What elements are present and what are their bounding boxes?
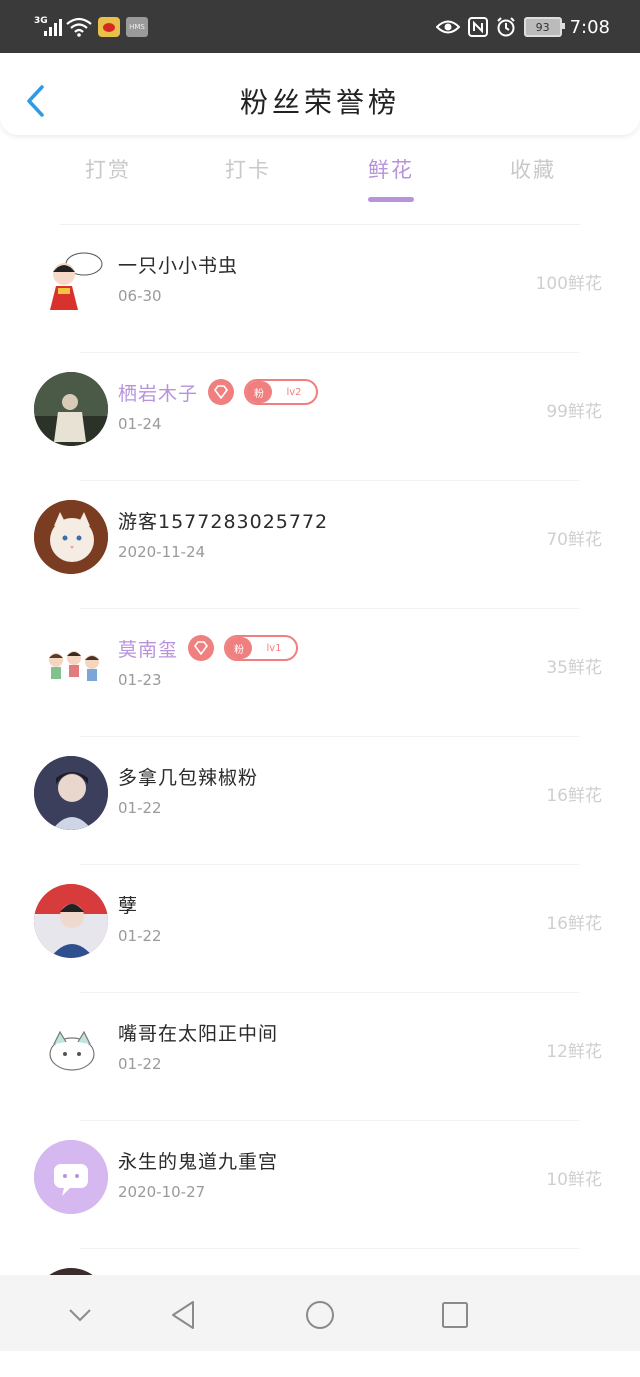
fan-date: 2020-11-24 xyxy=(118,543,206,561)
tab-reward[interactable]: 打赏 xyxy=(38,154,178,184)
fan-date: 06-30 xyxy=(118,287,162,305)
list-item[interactable]: 嘴哥在太阳正中间 01-22 12鲜花 xyxy=(0,993,640,1121)
fan-badges: 粉 lv1 xyxy=(188,635,298,661)
signal-icon: 3G xyxy=(34,16,62,38)
flower-count: 10鲜花 xyxy=(546,1170,602,1190)
nfc-icon xyxy=(467,17,488,37)
fan-name: 栖岩木子 xyxy=(118,383,199,405)
fan-name: 莫南玺 xyxy=(118,639,179,661)
page-title: 粉丝荣誉榜 xyxy=(239,86,400,119)
status-bar: 3G HMS 93 7:08 xyxy=(0,0,640,53)
alarm-icon xyxy=(496,17,515,37)
tab-favorites[interactable]: 收藏 xyxy=(463,154,603,184)
avatar xyxy=(34,884,108,958)
weibo-icon xyxy=(98,17,120,37)
list-item[interactable]: 栖岩木子 粉 lv2 01-24 99鲜花 xyxy=(0,353,640,481)
flower-count: 99鲜花 xyxy=(546,402,602,422)
chevron-down-icon[interactable] xyxy=(60,1295,100,1335)
flower-count: 100鲜花 xyxy=(535,274,602,294)
flower-count: 12鲜花 xyxy=(546,1042,602,1062)
flower-count: 70鲜花 xyxy=(546,530,602,550)
tab-checkin[interactable]: 打卡 xyxy=(178,154,318,184)
fan-name: 孽 xyxy=(118,895,139,917)
tab-flowers[interactable]: 鲜花 xyxy=(321,154,461,184)
avatar xyxy=(34,244,108,318)
diamond-icon xyxy=(208,379,234,405)
fan-name: 游客1577283025772 xyxy=(118,511,329,533)
fan-name: 永生的鬼道九重宫 xyxy=(118,1151,279,1173)
fan-level-badge: 粉 lv1 xyxy=(224,635,298,661)
flower-count: 16鲜花 xyxy=(546,786,602,806)
avatar xyxy=(34,372,108,446)
list-item[interactable]: 一只小小书虫 06-30 100鲜花 xyxy=(0,225,640,353)
fan-date: 01-24 xyxy=(118,415,162,433)
active-tab-indicator xyxy=(368,197,414,202)
flower-count: 35鲜花 xyxy=(546,658,602,678)
fan-name: 嘴哥在太阳正中间 xyxy=(118,1023,279,1045)
list-item[interactable]: 莫南玺 粉 lv1 01-23 35鲜花 xyxy=(0,609,640,737)
home-circle-icon[interactable] xyxy=(300,1295,340,1335)
list-item[interactable]: 多拿几包辣椒粉 01-22 16鲜花 xyxy=(0,737,640,865)
back-triangle-icon[interactable] xyxy=(163,1295,203,1335)
system-nav-bar xyxy=(0,1275,640,1351)
avatar xyxy=(34,756,108,830)
status-time: 7:08 xyxy=(569,16,610,38)
fan-date: 2020-10-27 xyxy=(118,1183,206,1201)
flower-count: 16鲜花 xyxy=(546,914,602,934)
list-item[interactable]: 永生的鬼道九重宫 2020-10-27 10鲜花 xyxy=(0,1121,640,1249)
avatar xyxy=(34,500,108,574)
fan-name: 多拿几包辣椒粉 xyxy=(118,767,259,789)
list-item[interactable]: 游客1577283025772 2020-11-24 70鲜花 xyxy=(0,481,640,609)
diamond-icon xyxy=(188,635,214,661)
eye-icon xyxy=(435,20,460,34)
fan-name: 一只小小书虫 xyxy=(118,255,239,277)
wifi-icon xyxy=(66,17,92,37)
fan-date: 01-22 xyxy=(118,799,162,817)
avatar xyxy=(34,1012,108,1086)
fan-date: 01-23 xyxy=(118,671,162,689)
fan-badges: 粉 lv2 xyxy=(208,379,318,405)
hms-icon: HMS xyxy=(126,17,148,37)
fan-date: 01-22 xyxy=(118,927,162,945)
avatar xyxy=(34,1140,108,1214)
recents-square-icon[interactable] xyxy=(435,1295,475,1335)
avatar xyxy=(34,628,108,702)
tab-bar: 打赏 打卡 鲜花 收藏 xyxy=(0,140,640,210)
fan-date: 01-22 xyxy=(118,1055,162,1073)
battery-icon: 93 xyxy=(523,17,565,37)
fan-level-badge: 粉 lv2 xyxy=(244,379,318,405)
app-header: 粉丝荣誉榜 xyxy=(0,53,640,135)
list-item[interactable]: 孽 01-22 16鲜花 xyxy=(0,865,640,993)
